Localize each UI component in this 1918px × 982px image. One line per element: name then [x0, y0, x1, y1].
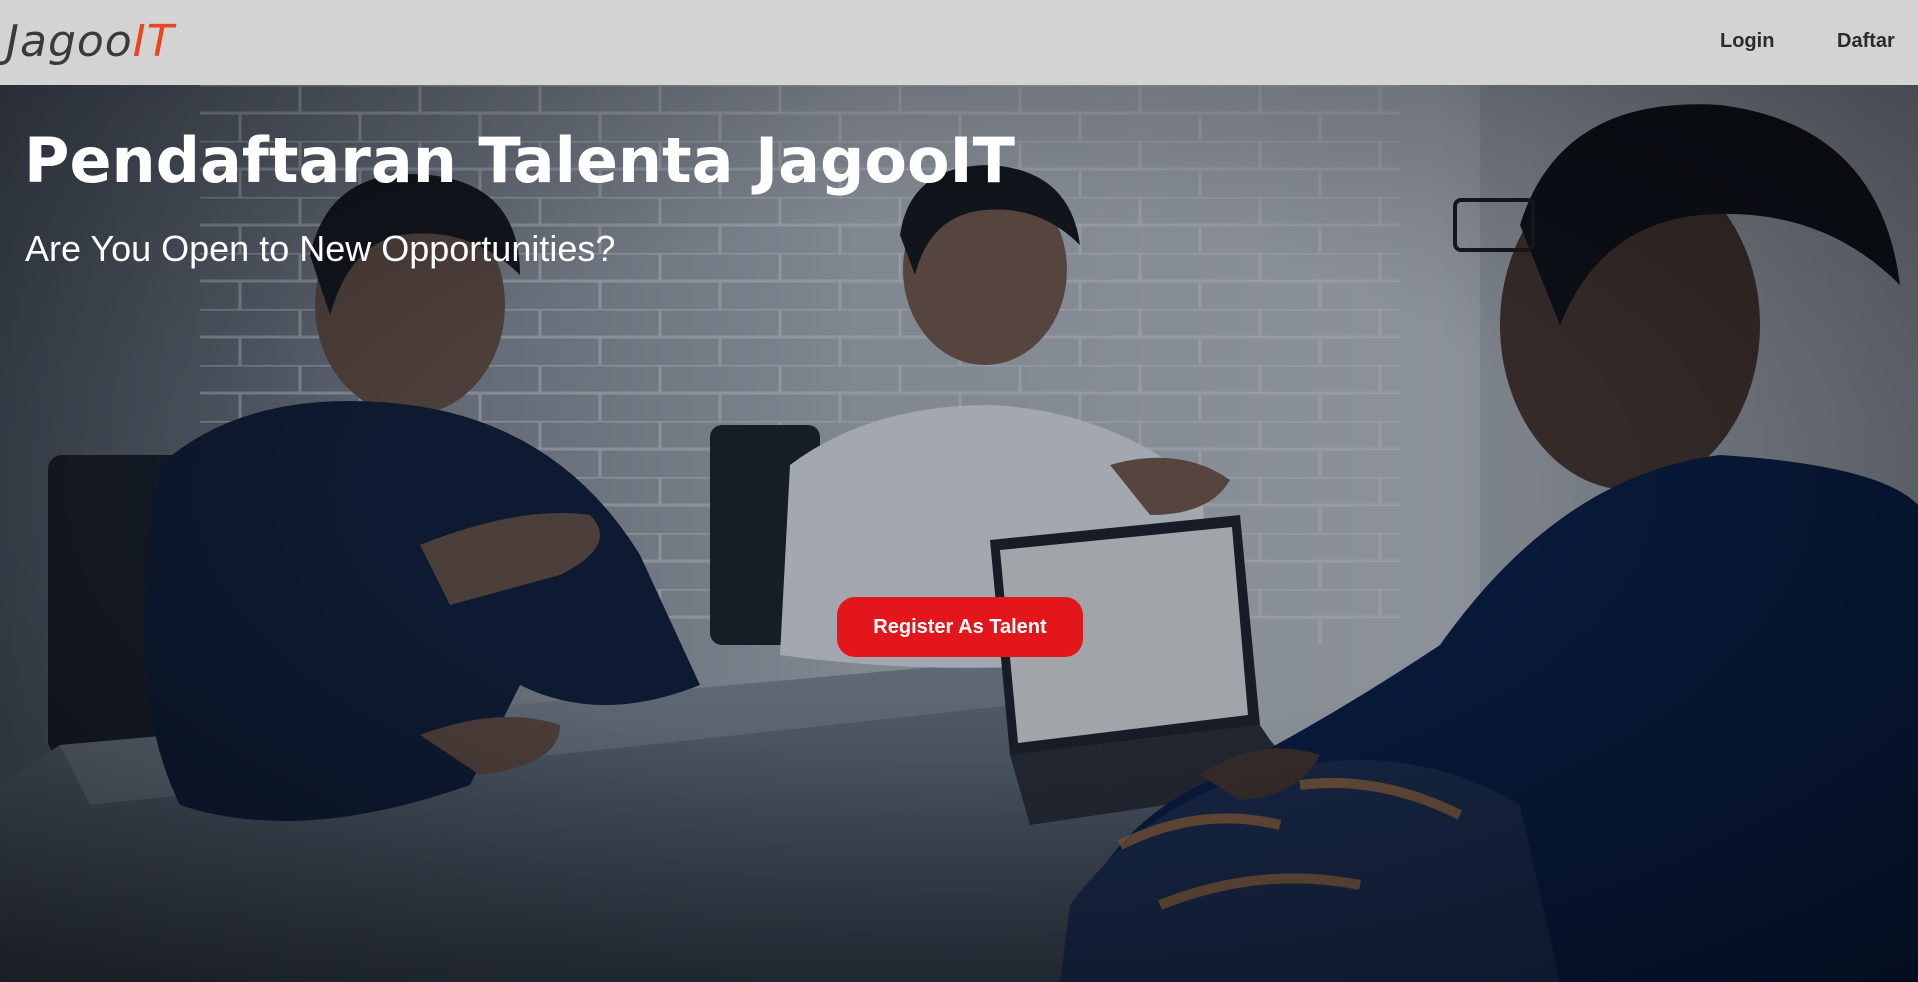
- hero-subtitle: Are You Open to New Opportunities?: [25, 228, 616, 269]
- jagooit-logo[interactable]: JagooIT: [6, 14, 175, 70]
- logo-text-accent: IT: [132, 16, 175, 67]
- page: JagooIT Login Daftar Pendaftaran Talenta…: [0, 0, 1918, 982]
- logo-text-main: Jagoo: [6, 16, 133, 67]
- hero-title: Pendaftaran Talenta JagooIT: [24, 124, 1015, 197]
- hero-section: Pendaftaran Talenta JagooIT Are You Open…: [0, 85, 1918, 982]
- daftar-link[interactable]: Daftar: [1837, 27, 1895, 55]
- hero-background-photo: [0, 85, 1918, 982]
- register-as-talent-button[interactable]: Register As Talent: [837, 597, 1083, 657]
- navbar: JagooIT Login Daftar: [0, 0, 1918, 85]
- login-link[interactable]: Login: [1720, 27, 1774, 55]
